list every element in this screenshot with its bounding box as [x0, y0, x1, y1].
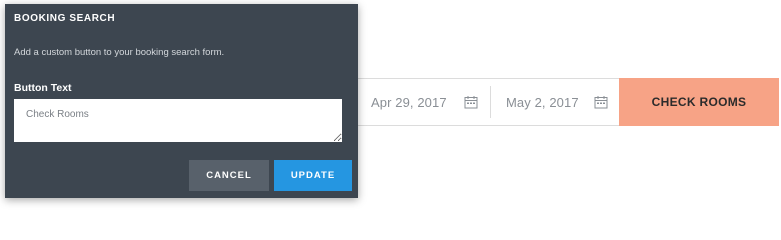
- update-button[interactable]: UPDATE: [274, 160, 352, 191]
- button-text-input[interactable]: Check Rooms: [14, 99, 342, 142]
- cancel-button[interactable]: CANCEL: [189, 160, 269, 191]
- checkin-date-field[interactable]: Apr 29, 2017: [371, 79, 478, 125]
- panel-description: Add a custom button to your booking sear…: [14, 47, 225, 58]
- checkout-date-field[interactable]: May 2, 2017: [506, 79, 608, 125]
- checkout-date-value: May 2, 2017: [506, 94, 579, 110]
- booking-search-panel: BOOKING SEARCH Add a custom button to yo…: [5, 4, 358, 198]
- panel-title: BOOKING SEARCH: [14, 13, 116, 24]
- date-divider: [490, 86, 491, 118]
- calendar-icon[interactable]: [594, 95, 608, 109]
- button-text-label: Button Text: [14, 82, 72, 94]
- checkin-date-value: Apr 29, 2017: [371, 94, 447, 110]
- booking-search-form: Apr 29, 2017 May 2, 2017 CHECK ROOMS: [345, 78, 779, 126]
- calendar-icon[interactable]: [464, 95, 478, 109]
- page: Apr 29, 2017 May 2, 2017 CHECK ROOMS BOO…: [0, 0, 781, 209]
- check-rooms-button[interactable]: CHECK ROOMS: [619, 78, 779, 126]
